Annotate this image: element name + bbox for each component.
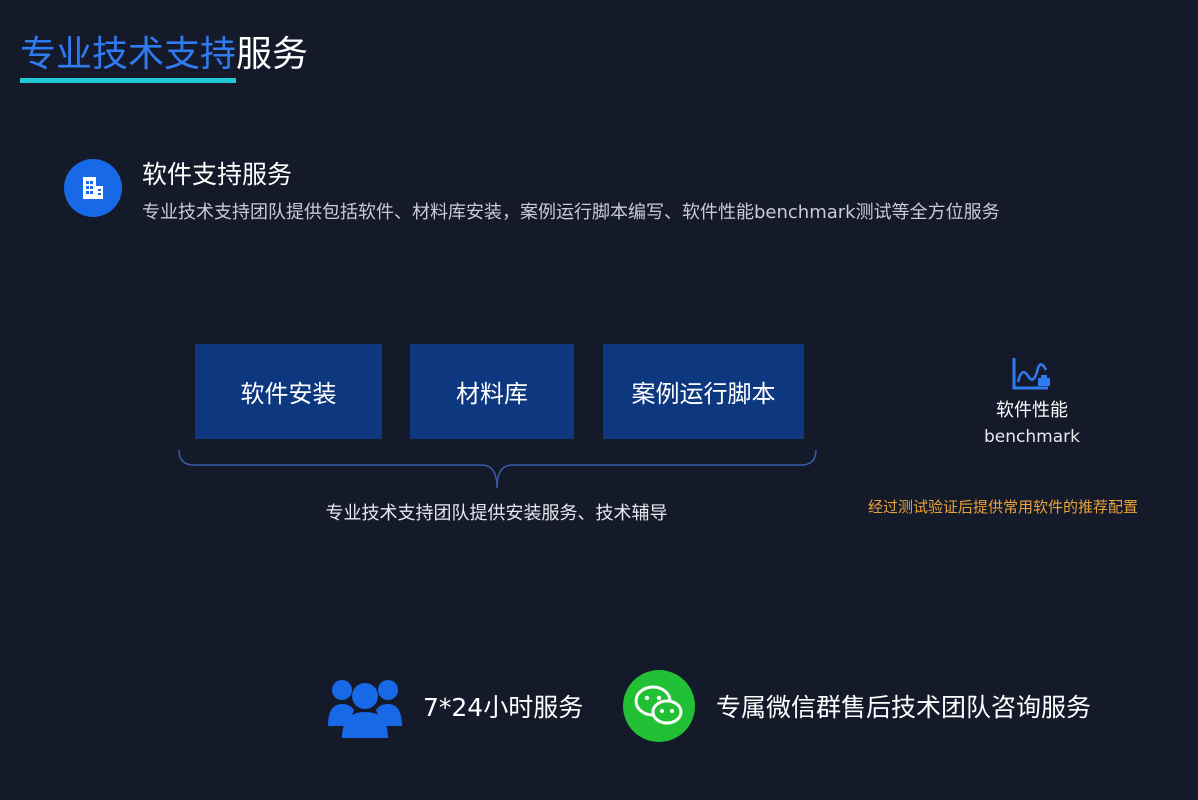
users-icon — [328, 676, 402, 744]
chart-icon — [1012, 356, 1052, 396]
section-title: 软件支持服务 — [142, 160, 293, 189]
benchmark-note: 经过测试验证后提供常用软件的推荐配置 — [868, 498, 1139, 516]
page-title-accent: 专业技术支持 — [20, 34, 237, 75]
page-title: 专业技术支持服务 — [20, 32, 308, 78]
service-box-case-script: 案例运行脚本 — [603, 344, 804, 439]
title-underline — [20, 78, 236, 83]
service-box-software-install: 软件安装 — [195, 344, 382, 439]
brace-caption: 专业技术支持团队提供安装服务、技术辅导 — [325, 503, 668, 524]
section-description: 专业技术支持团队提供包括软件、材料库安装，案例运行脚本编写、软件性能benchm… — [142, 202, 1000, 223]
brace-divider — [176, 448, 822, 498]
wechat-icon — [623, 670, 695, 742]
page-title-rest: 服务 — [236, 34, 309, 75]
building-icon — [64, 159, 122, 217]
wechat-service-label: 专属微信群售后技术团队咨询服务 — [716, 693, 1092, 722]
benchmark-subtitle: benchmark — [984, 427, 1080, 447]
benchmark-title: 软件性能 — [996, 400, 1068, 421]
service-box-material-library: 材料库 — [410, 344, 574, 439]
hours-service-label: 7*24小时服务 — [423, 693, 584, 722]
